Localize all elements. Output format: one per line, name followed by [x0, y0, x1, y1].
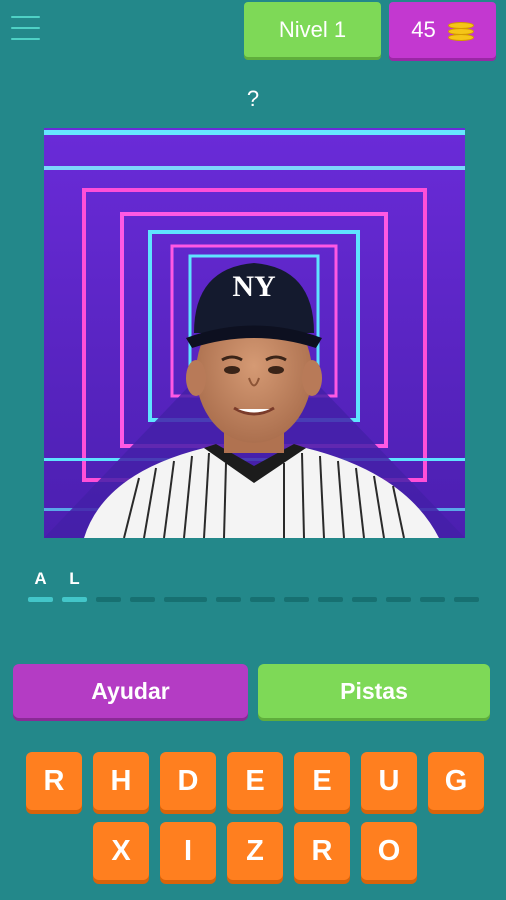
- answer-slot[interactable]: [386, 568, 411, 602]
- answer-slot-letter: L: [69, 569, 80, 588]
- answer-slot-underline: [454, 597, 479, 602]
- answer-slot-underline: [96, 597, 121, 602]
- letter-key[interactable]: U: [361, 752, 417, 810]
- hamburger-menu-icon[interactable]: [11, 16, 40, 42]
- answer-slot-letter: [318, 568, 343, 590]
- letter-key[interactable]: D: [160, 752, 216, 810]
- answer-slot-letter: [250, 568, 275, 590]
- answer-slot[interactable]: [182, 568, 207, 602]
- answer-slot-letter: [352, 568, 377, 590]
- coin-stack-icon: [447, 19, 474, 41]
- answer-slot-letter: [284, 568, 309, 590]
- question-mark: ?: [246, 86, 260, 111]
- answer-slot[interactable]: [130, 568, 155, 602]
- coins-count: 45: [411, 17, 436, 42]
- answer-slot-underline: [284, 597, 309, 602]
- letter-key[interactable]: H: [93, 752, 149, 810]
- hints-button-label: Pistas: [340, 677, 408, 704]
- answer-slot-underline: [386, 597, 411, 602]
- help-button-label: Ayudar: [91, 677, 170, 704]
- level-indicator[interactable]: Nivel 1: [244, 2, 381, 57]
- answer-slot[interactable]: [250, 568, 275, 602]
- answer-slot-underline: [216, 597, 241, 602]
- answer-slot[interactable]: [454, 568, 479, 602]
- answer-slot-letter: [130, 568, 155, 590]
- answer-slot-underline: [318, 597, 343, 602]
- coins-counter[interactable]: 45: [389, 2, 496, 58]
- answer-slot[interactable]: L: [62, 568, 87, 602]
- answer-slot-underline: [130, 597, 155, 602]
- player-photo: NY: [44, 128, 465, 538]
- answer-slot[interactable]: [318, 568, 343, 602]
- answer-slot[interactable]: [352, 568, 377, 602]
- answer-slot-underline: [182, 597, 207, 602]
- letter-key[interactable]: O: [361, 822, 417, 880]
- svg-text:NY: NY: [232, 270, 276, 303]
- answer-slot-underline: [28, 597, 53, 602]
- answer-slot-letter: [216, 568, 241, 590]
- answer-slot[interactable]: A: [28, 568, 53, 602]
- answer-slot-letter: [386, 568, 411, 590]
- letter-key[interactable]: G: [428, 752, 484, 810]
- answer-slot[interactable]: [284, 568, 309, 602]
- answer-slot-underline: [62, 597, 87, 602]
- letter-key[interactable]: E: [294, 752, 350, 810]
- answer-slot-letter: [420, 568, 445, 590]
- letter-key[interactable]: I: [160, 822, 216, 880]
- answer-slot-letter: [454, 568, 479, 590]
- answer-slot-letter: [182, 568, 207, 590]
- answer-slot-underline: [352, 597, 377, 602]
- level-label: Nivel 1: [278, 16, 347, 42]
- hints-button[interactable]: Pistas: [258, 664, 490, 718]
- letter-key[interactable]: E: [227, 752, 283, 810]
- answer-slot[interactable]: [96, 568, 121, 602]
- letter-key[interactable]: Z: [227, 822, 283, 880]
- letter-key[interactable]: R: [294, 822, 350, 880]
- answer-slot-letter: [96, 568, 121, 590]
- answer-slot-underline: [420, 597, 445, 602]
- answer-slot-letter: A: [34, 569, 47, 588]
- letter-key[interactable]: X: [93, 822, 149, 880]
- answer-slot[interactable]: [216, 568, 241, 602]
- answer-slot[interactable]: [420, 568, 445, 602]
- letter-key[interactable]: R: [26, 752, 82, 810]
- answer-slot-underline: [250, 597, 275, 602]
- help-button[interactable]: Ayudar: [13, 664, 248, 718]
